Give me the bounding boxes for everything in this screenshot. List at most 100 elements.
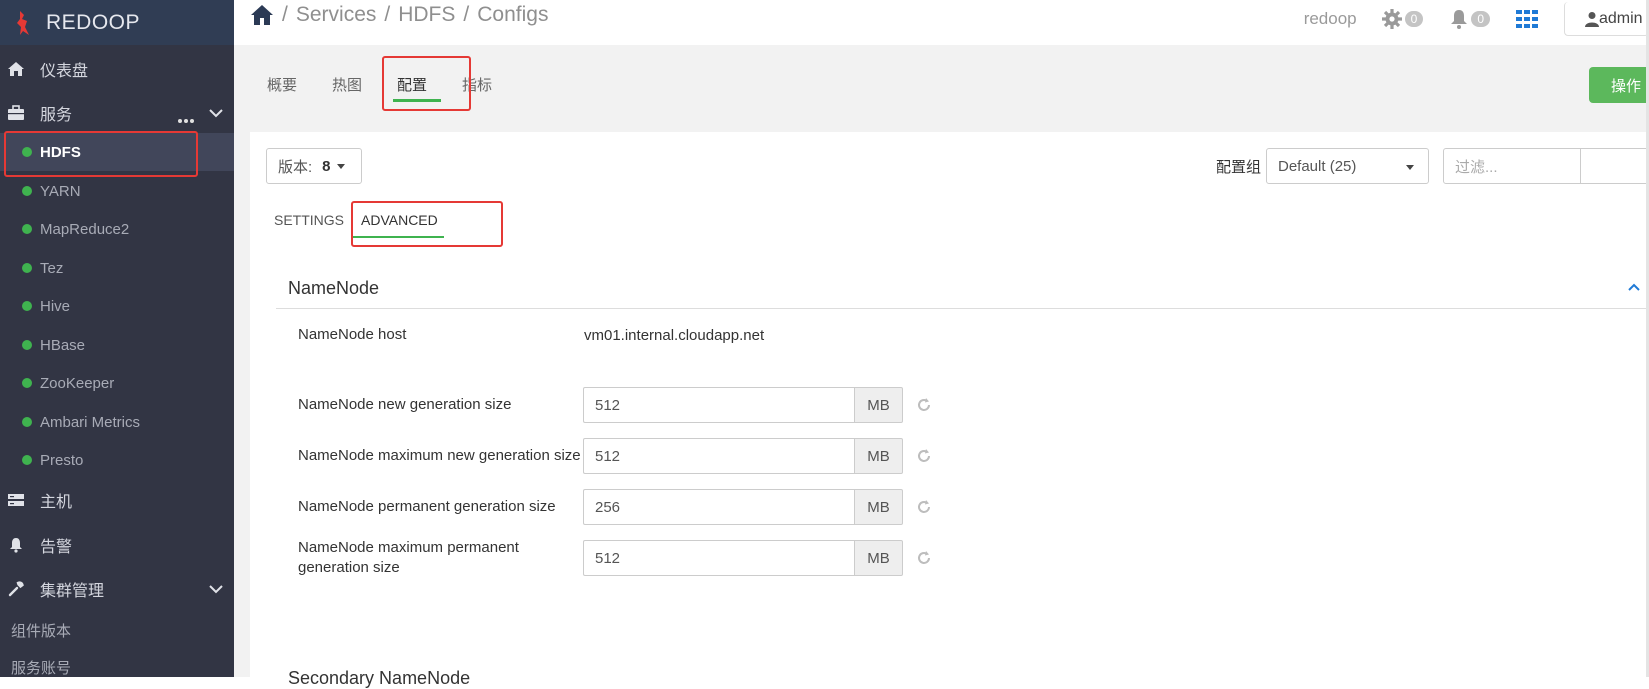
status-dot	[22, 186, 32, 196]
config-group-select[interactable]: Default (25)	[1266, 148, 1429, 184]
sidebar-item-alerts[interactable]: 告警	[0, 526, 234, 564]
chevron-down-icon[interactable]	[208, 580, 224, 598]
namenode-host-label: NameNode host	[298, 326, 407, 343]
status-dot	[22, 301, 32, 311]
breadcrumb-separator: /	[463, 3, 470, 26]
config-input-group: 512 MB	[583, 540, 903, 576]
namenode-perm-gen-size-input[interactable]: 256	[583, 489, 854, 525]
status-dot	[22, 224, 32, 234]
sidebar-item-hosts[interactable]: 主机	[0, 481, 234, 519]
sidebar-service-label: MapReduce2	[40, 220, 130, 238]
sidebar-item-service-accounts[interactable]: 服务账号	[11, 657, 71, 678]
sidebar-item-component-versions[interactable]: 组件版本	[11, 620, 71, 641]
status-dot	[22, 263, 32, 273]
highlight-box-advanced-tab	[351, 201, 503, 247]
sidebar-service-hive[interactable]: Hive	[0, 287, 234, 325]
sidebar-service-mapreduce2[interactable]: MapReduce2	[0, 210, 234, 248]
user-name: admin	[1599, 9, 1643, 27]
filter-placeholder: 过滤...	[1455, 158, 1498, 176]
unit-addon: MB	[854, 438, 903, 474]
tab-settings[interactable]: SETTINGS	[274, 212, 344, 228]
sidebar-service-label: Hive	[40, 297, 71, 315]
section-title[interactable]: NameNode	[288, 278, 379, 299]
config-group-value: Default (25)	[1278, 157, 1357, 175]
namenode-max-new-gen-size-input[interactable]: 512	[583, 438, 854, 474]
brand-header[interactable]: REDOOP	[0, 0, 234, 45]
tab-heatmaps[interactable]: 热图	[332, 74, 362, 95]
sidebar-service-hbase[interactable]: HBase	[0, 326, 234, 364]
sidebar-service-zookeeper[interactable]: ZooKeeper	[0, 364, 234, 402]
namenode-host-value: vm01.internal.cloudapp.net	[584, 327, 765, 344]
config-input-group: 256 MB	[583, 489, 903, 525]
home-icon[interactable]	[250, 3, 274, 27]
sidebar-service-yarn[interactable]: YARN	[0, 172, 234, 210]
service-actions-button[interactable]: 操作	[1589, 67, 1649, 103]
alerts-button[interactable]: 0	[1449, 8, 1490, 30]
undo-icon[interactable]	[916, 499, 932, 515]
background-ops-button[interactable]: 0	[1381, 8, 1424, 30]
version-value: 8	[322, 157, 331, 175]
apps-grid-icon[interactable]	[1516, 10, 1538, 28]
unit-addon: MB	[854, 387, 903, 423]
config-row-label: NameNode new generation size	[298, 396, 512, 413]
config-group-label: 配置组	[1216, 159, 1262, 176]
sidebar-item-cluster-admin[interactable]: 集群管理	[0, 570, 234, 608]
undo-icon[interactable]	[916, 550, 932, 566]
user-icon	[1585, 11, 1599, 27]
briefcase-icon	[6, 103, 26, 123]
main-content: 概要 热图 配置 指标 操作 版本: 8 配置组 Default (25) 过滤…	[234, 45, 1649, 688]
breadcrumb-separator: /	[384, 3, 391, 26]
status-dot	[22, 340, 32, 350]
breadcrumb-services-link[interactable]: Services	[296, 3, 377, 27]
more-actions-icon[interactable]	[178, 110, 196, 128]
namenode-new-gen-size-input[interactable]: 512	[583, 387, 854, 423]
sidebar-service-label: YARN	[40, 182, 81, 200]
bell-icon	[6, 535, 26, 555]
status-dot	[22, 455, 32, 465]
breadcrumb-current: Configs	[477, 3, 549, 26]
server-icon	[6, 490, 26, 510]
top-right-controls: redoop 0 0 admin	[1304, 0, 1649, 38]
wrench-icon	[6, 579, 26, 599]
sidebar-item-dashboard[interactable]: 仪表盘	[0, 50, 234, 88]
caret-down-icon	[336, 163, 345, 169]
sidebar-service-label: Ambari Metrics	[40, 413, 141, 431]
config-row-label: NameNode permanent generation size	[298, 498, 556, 515]
undo-icon[interactable]	[916, 448, 932, 464]
top-bar: / Services / HDFS / Configs redoop 0 0 a…	[234, 0, 1649, 45]
version-dropdown[interactable]: 版本: 8	[266, 148, 362, 184]
config-row-label: NameNode maximum new generation size	[298, 447, 581, 464]
cluster-name[interactable]: redoop	[1304, 9, 1357, 29]
sidebar-service-presto[interactable]: Presto	[0, 441, 234, 479]
filter-divider	[1580, 149, 1581, 183]
breadcrumb: / Services / HDFS / Configs	[250, 3, 548, 27]
breadcrumb-hdfs-link[interactable]: HDFS	[398, 3, 455, 27]
brand-logo-icon	[17, 10, 29, 35]
section-divider	[276, 308, 1649, 309]
gear-icon	[1381, 9, 1402, 29]
namenode-max-perm-gen-size-input[interactable]: 512	[583, 540, 854, 576]
highlight-box-configs-tab	[382, 56, 471, 111]
filter-input[interactable]: 过滤...	[1443, 148, 1649, 184]
sidebar-item-label: 服务	[40, 107, 73, 124]
undo-icon[interactable]	[916, 397, 932, 413]
version-label: 版本:	[278, 158, 313, 176]
unit-addon: MB	[854, 489, 903, 525]
user-menu-button[interactable]: admin	[1564, 2, 1649, 36]
status-dot	[22, 378, 32, 388]
sidebar-service-ambari-metrics[interactable]: Ambari Metrics	[0, 403, 234, 441]
sidebar-service-label: HBase	[40, 336, 86, 354]
config-input-group: 512 MB	[583, 438, 903, 474]
chevron-up-icon[interactable]	[1627, 282, 1641, 292]
chevron-down-icon[interactable]	[208, 104, 224, 122]
sidebar-item-label: 主机	[40, 494, 73, 511]
sidebar-item-services[interactable]: 服务	[0, 94, 234, 132]
tab-summary[interactable]: 概要	[267, 74, 297, 95]
home-icon	[6, 59, 26, 79]
sidebar-item-label: 集群管理	[40, 583, 105, 600]
sidebar-service-tez[interactable]: Tez	[0, 249, 234, 287]
ops-count-badge: 0	[1404, 11, 1424, 27]
sidebar-item-label: 告警	[40, 539, 73, 556]
secondary-namenode-section-title[interactable]: Secondary NameNode	[288, 668, 470, 689]
sidebar: REDOOP 仪表盘 服务 HDFS YARN MapReduce2 Tez H…	[0, 0, 234, 677]
